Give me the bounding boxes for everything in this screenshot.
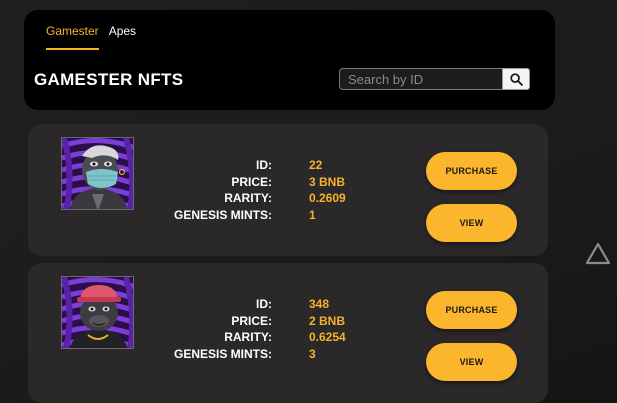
purchase-button[interactable]: PURCHASE [426, 291, 517, 329]
search-icon [509, 72, 523, 86]
stat-row-genesis-mints: GENESIS MINTS: 1 [168, 207, 346, 224]
stat-row-genesis-mints: GENESIS MINTS: 3 [168, 346, 346, 363]
stat-value-genesis-mints: 3 [309, 346, 316, 361]
stat-row-price: PRICE: 3 BNB [168, 174, 346, 191]
search-button[interactable] [502, 68, 530, 90]
nft-card: ID: 348 PRICE: 2 BNB RARITY: 0.6254 GENE… [28, 263, 548, 403]
view-button[interactable]: VIEW [426, 343, 517, 381]
tab-apes[interactable]: Apes [109, 24, 136, 50]
header-panel: Gamester Apes GAMESTER NFTS [24, 10, 555, 110]
stat-row-id: ID: 348 [168, 296, 346, 313]
search-input[interactable] [339, 68, 503, 90]
scroll-top-button[interactable] [584, 241, 612, 272]
nft-stats: ID: 22 PRICE: 3 BNB RARITY: 0.2609 GENES… [168, 157, 346, 223]
stat-value-id: 348 [309, 297, 330, 312]
stat-label-genesis-mints: GENESIS MINTS: [173, 207, 272, 222]
stat-row-rarity: RARITY: 0.6254 [168, 329, 346, 346]
stat-row-price: PRICE: 2 BNB [168, 313, 346, 330]
nft-card: ID: 22 PRICE: 3 BNB RARITY: 0.2609 GENES… [28, 124, 548, 256]
purchase-button[interactable]: PURCHASE [426, 152, 517, 190]
stat-value-rarity: 0.2609 [309, 191, 346, 206]
stat-value-price: 3 BNB [309, 174, 346, 189]
stat-label-rarity: RARITY: [224, 330, 272, 345]
stat-value-id: 22 [309, 158, 323, 173]
tab-gamester[interactable]: Gamester [46, 24, 99, 50]
stat-label-price: PRICE: [231, 174, 272, 189]
stat-label-id: ID: [256, 158, 272, 173]
stat-row-rarity: RARITY: 0.2609 [168, 190, 346, 207]
stat-label-id: ID: [256, 297, 272, 312]
stat-value-price: 2 BNB [309, 313, 346, 328]
stat-label-rarity: RARITY: [224, 191, 272, 206]
stat-value-rarity: 0.6254 [309, 330, 346, 345]
tab-bar: Gamester Apes [46, 24, 136, 50]
stat-label-genesis-mints: GENESIS MINTS: [173, 346, 272, 361]
view-button[interactable]: VIEW [426, 204, 517, 242]
stat-row-id: ID: 22 [168, 157, 346, 174]
search-box [339, 68, 530, 90]
nft-image-ape-mask [61, 137, 134, 210]
stat-value-genesis-mints: 1 [309, 207, 316, 222]
stat-label-price: PRICE: [231, 313, 272, 328]
nft-stats: ID: 348 PRICE: 2 BNB RARITY: 0.6254 GENE… [168, 296, 346, 362]
triangle-up-icon [585, 242, 611, 265]
page: { "header": { "tabs": [ {"label": "Games… [0, 0, 617, 403]
nft-image-ape-hat [61, 276, 134, 349]
page-title: GAMESTER NFTS [34, 70, 184, 89]
